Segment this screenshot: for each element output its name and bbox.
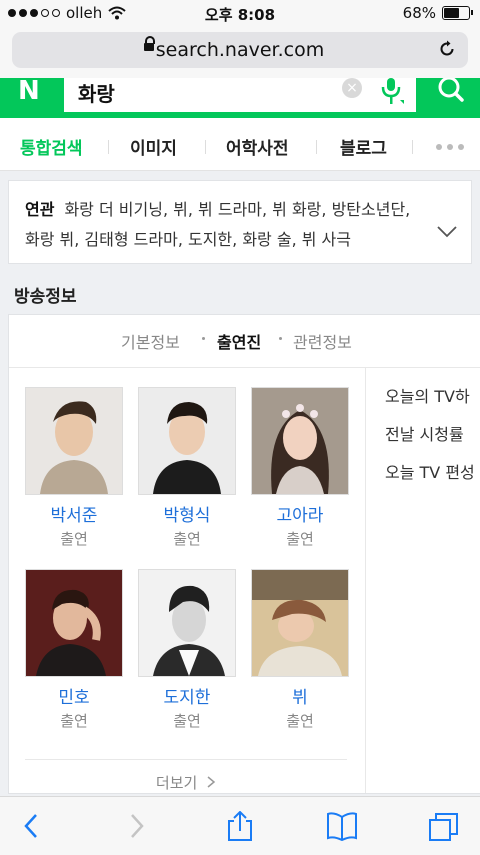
cast-role: 출연 [173,712,201,730]
cast-grid: 박서준 출연 박형식 출연 고아라 출연 민호 출연 도지한 출연 뷔 출연 더… [9,367,366,793]
more-tabs-icon[interactable] [436,144,464,150]
related-terms[interactable]: 화랑 더 비기닝, 뷔, 뷔 드라마, 뷔 화랑, 방탄소년단, 화랑 뷔, 김… [25,200,410,249]
clear-search-button[interactable]: × [342,78,362,98]
cast-name[interactable]: 박서준 [25,501,123,526]
chevron-right-icon [207,776,216,788]
cast-name[interactable]: 박형식 [138,501,236,526]
cast-item[interactable]: 뷔 출연 [251,569,349,731]
back-icon[interactable] [16,811,48,841]
subtab-separator [202,337,205,340]
tab-images[interactable]: 이미지 [130,134,177,159]
reload-icon[interactable] [438,40,456,58]
more-label: 더보기 [155,774,198,792]
tab-divider [108,140,109,154]
address-bar[interactable]: search.naver.com [12,32,468,68]
cast-item[interactable]: 도지한 출연 [138,569,236,731]
cast-item[interactable]: 민호 출연 [25,569,123,731]
side-list-item[interactable]: 오늘 TV 편성 [385,459,475,497]
cast-name[interactable]: 민호 [25,683,123,708]
url-text: search.naver.com [155,39,325,61]
broadcast-card: 기본정보 출연진 관련정보 박서준 출연 박형식 출연 고아라 출연 민호 출연… [8,314,480,794]
naver-logo[interactable]: N [18,78,40,106]
search-tabs: 통합검색 이미지 어학사전 블로그 [0,118,480,171]
side-list-item[interactable]: 전날 시청률 [385,421,475,459]
cast-photo[interactable] [138,387,236,495]
cast-photo[interactable] [138,569,236,677]
naver-search-header: N 화랑 × [0,78,480,118]
cast-name[interactable]: 뷔 [251,683,349,708]
cast-role: 출연 [286,712,314,730]
cast-photo[interactable] [25,569,123,677]
more-cast-button[interactable]: 더보기 [25,759,347,793]
share-icon[interactable] [224,811,256,841]
bookmarks-icon[interactable] [326,811,358,841]
forward-icon[interactable] [120,811,152,841]
search-button[interactable] [422,78,480,118]
subtab-cast[interactable]: 출연진 [217,329,261,353]
tab-divider [412,140,413,154]
cast-role: 출연 [173,530,201,548]
broadcast-subtabs: 기본정보 출연진 관련정보 [9,315,480,368]
section-title: 방송정보 [14,287,77,307]
cast-name[interactable]: 도지한 [138,683,236,708]
battery-icon [442,6,473,20]
subtab-basic-info[interactable]: 기본정보 [121,329,180,353]
subtab-related-info[interactable]: 관련정보 [293,329,352,353]
side-list-item[interactable]: 오늘의 TV하 [385,383,475,421]
subtab-separator [279,337,282,340]
browser-toolbar [0,796,480,855]
status-bar: olleh 오후 8:08 68% [0,0,480,26]
tabs-icon[interactable] [428,811,460,841]
cast-item[interactable]: 박서준 출연 [25,387,123,549]
cast-role: 출연 [60,712,88,730]
cast-name[interactable]: 고아라 [251,501,349,526]
tab-divider [316,140,317,154]
cast-photo[interactable] [251,387,349,495]
cast-photo[interactable] [25,387,123,495]
microphone-icon[interactable] [378,78,404,108]
cast-role: 출연 [286,530,314,548]
cast-role: 출연 [60,530,88,548]
chevron-down-icon[interactable] [437,225,457,239]
search-input[interactable]: 화랑 × [64,78,416,112]
related-searches: 연관 화랑 더 비기닝, 뷔, 뷔 드라마, 뷔 화랑, 방탄소년단, 화랑 뷔,… [8,180,472,264]
tab-dictionary[interactable]: 어학사전 [226,134,289,159]
tv-info-list: 오늘의 TV하 전날 시청률 오늘 TV 편성 [385,383,475,497]
tab-integrated[interactable]: 통합검색 [20,134,83,159]
tab-blog[interactable]: 블로그 [340,134,387,159]
search-icon [438,78,464,102]
browser-address-area: search.naver.com [0,26,480,78]
cast-item[interactable]: 박형식 출연 [138,387,236,549]
cast-item[interactable]: 고아라 출연 [251,387,349,549]
cast-photo[interactable] [251,569,349,677]
tab-divider [205,140,206,154]
battery-percent: 68% [402,4,436,22]
related-label: 연관 [25,200,55,219]
search-query: 화랑 [78,82,115,106]
